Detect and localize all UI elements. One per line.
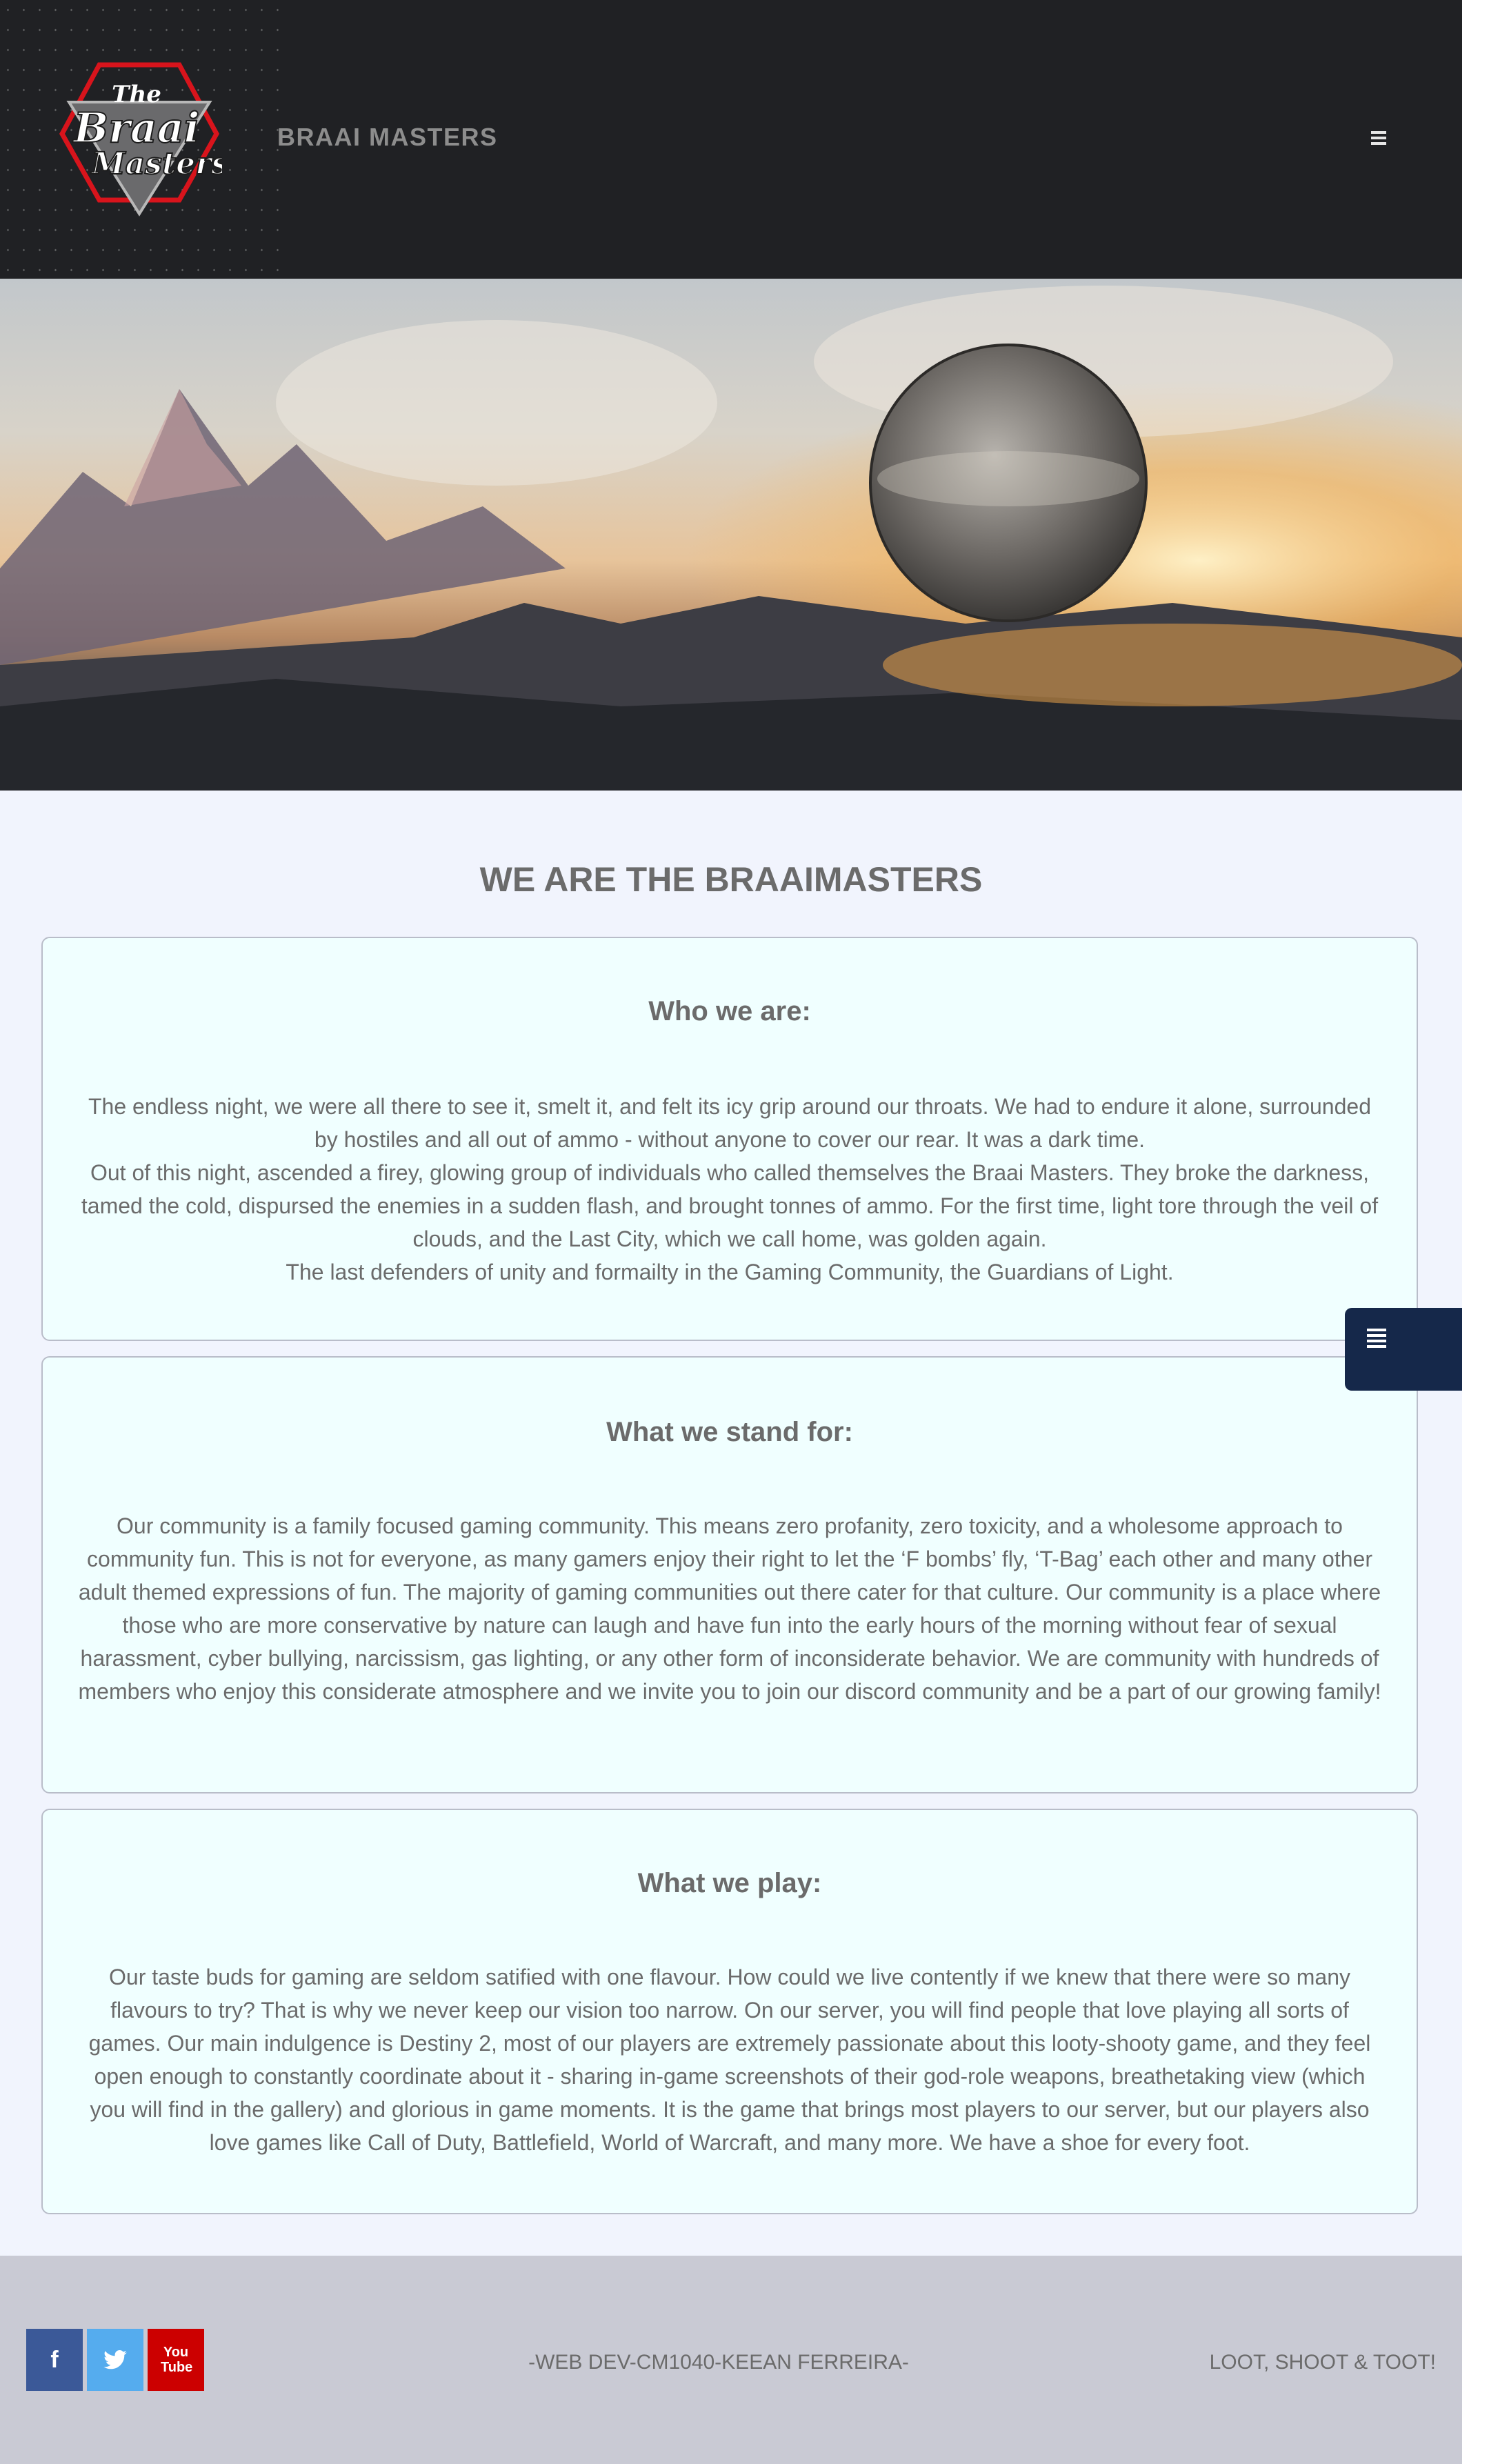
card-body: Our taste buds for gaming are seldom sat… xyxy=(88,1965,1371,2155)
card-body: The endless night, we were all there to … xyxy=(81,1094,1379,1284)
side-panel-toggle-button[interactable] xyxy=(1345,1308,1462,1391)
card-heading: Who we are: xyxy=(648,996,811,1026)
site-header: The Braai Masters BRAAI MASTERS xyxy=(0,0,1462,279)
page: The Braai Masters BRAAI MASTERS WE ARE T… xyxy=(0,0,1462,2464)
svg-text:Braai: Braai xyxy=(72,104,200,152)
hamburger-menu-icon[interactable] xyxy=(1371,128,1399,150)
page-title: WE ARE THE BRAAIMASTERS xyxy=(479,860,983,899)
site-footer: f You Tube -WEB DEV-CM1040-KEEAN FERREIR… xyxy=(0,2256,1462,2464)
who-we-are-card: Who we are: The endless night, we were a… xyxy=(41,937,1418,1341)
hero-banner-image xyxy=(0,279,1462,791)
footer-motto: LOOT, SHOOT & TOOT! xyxy=(1209,2351,1436,2374)
list-icon xyxy=(1367,1329,1386,1351)
card-heading: What we stand for: xyxy=(606,1417,853,1447)
svg-text:Masters: Masters xyxy=(90,146,222,181)
braai-masters-logo[interactable]: The Braai Masters xyxy=(57,57,222,222)
what-we-stand-for-card: What we stand for: Our community is a fa… xyxy=(41,1356,1418,1794)
card-heading: What we play: xyxy=(637,1868,822,1898)
what-we-play-card: What we play: Our taste buds for gaming … xyxy=(41,1809,1418,2214)
site-brand-name[interactable]: BRAAI MASTERS xyxy=(277,123,498,152)
hero-landscape-illustration xyxy=(0,279,1462,791)
card-body: Our community is a family focused gaming… xyxy=(78,1513,1381,1704)
